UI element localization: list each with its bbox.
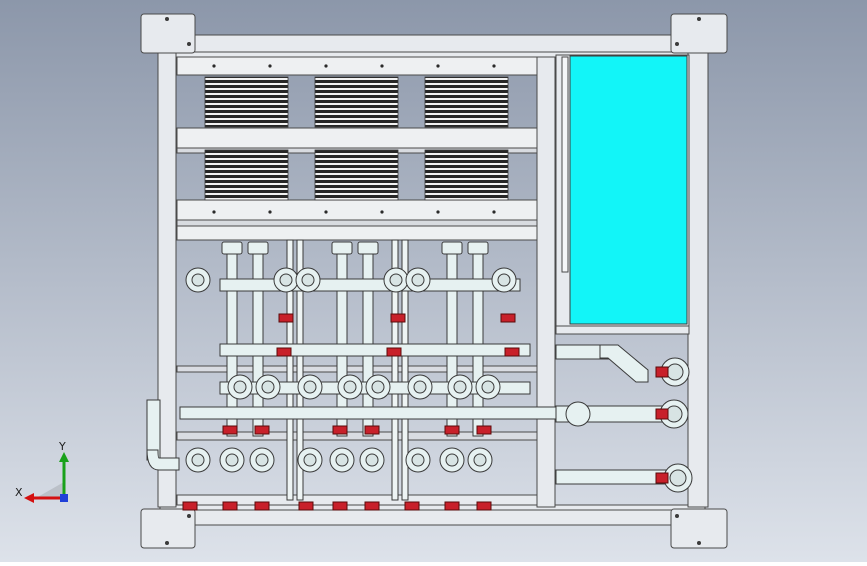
flange-core xyxy=(497,273,511,287)
flange-core xyxy=(389,273,403,287)
valve-handle xyxy=(500,313,516,323)
valve-handle xyxy=(444,425,460,435)
outlet-flange xyxy=(565,401,591,427)
valve-handle xyxy=(332,425,348,435)
flange-core xyxy=(343,380,357,394)
valve-handle xyxy=(476,501,492,511)
flange-core xyxy=(411,453,425,467)
valve-handle xyxy=(222,425,238,435)
outlet-flange-core xyxy=(666,363,684,381)
valve-handle xyxy=(276,347,292,357)
header-pipe xyxy=(219,278,521,292)
y-axis-label: Y xyxy=(59,440,66,453)
pipe-cap xyxy=(247,241,269,255)
pipe-cap xyxy=(221,241,243,255)
flange-core xyxy=(453,380,467,394)
coolant-tank[interactable] xyxy=(555,54,690,327)
valve-handle xyxy=(655,366,669,378)
valve-handle xyxy=(278,313,294,323)
valve-handle xyxy=(444,501,460,511)
flange-core xyxy=(473,453,487,467)
flange-core xyxy=(261,380,275,394)
flange-core xyxy=(279,273,293,287)
cad-viewport[interactable]: X Y xyxy=(0,0,867,562)
valve-handle xyxy=(386,347,402,357)
valve-handle xyxy=(655,472,669,484)
valve-handle xyxy=(655,408,669,420)
z-axis-marker xyxy=(60,494,68,502)
pipe-cap xyxy=(331,241,353,255)
radiator-section xyxy=(176,56,538,241)
flange-core xyxy=(371,380,385,394)
flange-core xyxy=(301,273,315,287)
pipe-cap xyxy=(467,241,489,255)
valve-handle xyxy=(182,501,198,511)
valve-handle xyxy=(390,313,406,323)
flange-core xyxy=(303,453,317,467)
flange-core xyxy=(335,453,349,467)
flange-core xyxy=(255,453,269,467)
flange-core xyxy=(303,380,317,394)
flange-core xyxy=(233,380,247,394)
axis-triad: X Y xyxy=(12,440,82,510)
machine-assembly-drawing[interactable] xyxy=(0,0,867,562)
flange-core xyxy=(413,380,427,394)
pipe-cap xyxy=(441,241,463,255)
valve-handle xyxy=(298,501,314,511)
valve-handle xyxy=(332,501,348,511)
valve-handle xyxy=(504,347,520,357)
flange-core xyxy=(445,453,459,467)
flange-core xyxy=(411,273,425,287)
x-axis-label: X xyxy=(15,486,23,499)
flange-core xyxy=(365,453,379,467)
flange-core xyxy=(225,453,239,467)
valve-handle xyxy=(364,425,380,435)
valve-handle xyxy=(364,501,380,511)
pipe-cap xyxy=(357,241,379,255)
valve-handle xyxy=(254,501,270,511)
header-pipe xyxy=(179,406,561,420)
valve-handle xyxy=(476,425,492,435)
valve-handle xyxy=(404,501,420,511)
header-pipe xyxy=(219,343,531,357)
valve-handle xyxy=(254,425,270,435)
outlet-flange-core xyxy=(669,469,687,487)
valve-handle xyxy=(222,501,238,511)
flange-core xyxy=(191,453,205,467)
flange-core xyxy=(481,380,495,394)
flange-core xyxy=(191,273,205,287)
outlet-pipe xyxy=(555,469,667,485)
